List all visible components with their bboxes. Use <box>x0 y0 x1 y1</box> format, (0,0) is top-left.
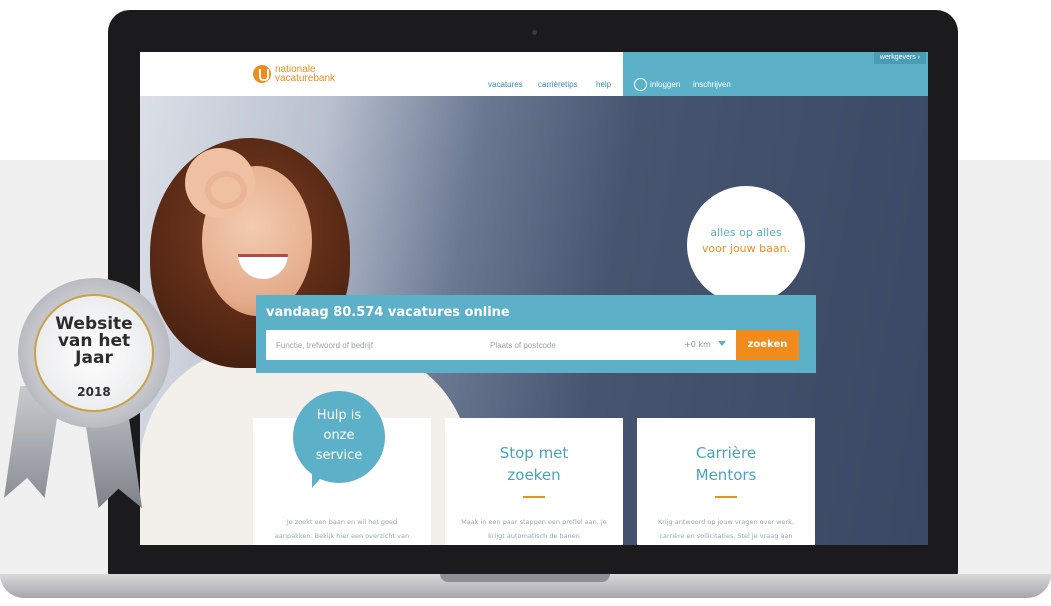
nav-inschrijven[interactable]: inschrijven <box>693 80 731 89</box>
card-divider <box>715 496 737 498</box>
help-bubble-tail <box>312 472 326 488</box>
award-year: 2018 <box>77 385 111 399</box>
site-header: nationale vacaturebank vacatures carrièr… <box>140 52 928 96</box>
user-icon[interactable] <box>634 78 647 91</box>
site-logo[interactable]: nationale vacaturebank <box>253 65 336 84</box>
werkgevers-link[interactable]: werkgevers › <box>873 52 926 64</box>
search-button[interactable]: zoeken <box>736 330 799 360</box>
nav-help[interactable]: help <box>596 80 611 89</box>
radius-select[interactable]: +0 km <box>684 330 711 360</box>
nav-inloggen[interactable]: inloggen <box>650 80 680 89</box>
hero-photo-eye <box>205 171 247 209</box>
laptop-screen: nationale vacaturebank vacatures carrièr… <box>140 52 928 545</box>
laptop-notch <box>440 574 610 582</box>
card-title: Stop met zoeken <box>499 444 569 484</box>
award-badge: Website van het Jaar 2018 <box>4 278 170 528</box>
card-stop-met-zoeken[interactable]: Stop met zoeken Maak in een paar stappen… <box>445 418 623 545</box>
card-text: Krijg antwoord op jouw vragen over werk,… <box>657 518 795 540</box>
logo-line-2: vacaturebank <box>275 73 336 84</box>
logo-icon <box>253 65 271 83</box>
nav-carrieretips[interactable]: carrièretips <box>538 80 578 89</box>
card-divider <box>523 496 545 498</box>
laptop-bezel <box>140 545 928 575</box>
account-bar: werkgevers › <box>623 52 928 96</box>
card-title: Carrière Mentors <box>695 444 757 484</box>
location-input[interactable] <box>484 330 686 360</box>
slogan-line-1: alles op alles <box>710 226 782 239</box>
nav-vacatures[interactable]: vacatures <box>488 80 523 89</box>
search-panel: vandaag 80.574 vacatures online +0 km zo… <box>256 295 816 373</box>
award-title: Website van het Jaar <box>34 316 154 367</box>
card-carriere-mentors[interactable]: Carrière Mentors Krijg antwoord op jouw … <box>637 418 815 545</box>
card-text: Maak in een paar stappen een profiel aan… <box>461 518 607 540</box>
search-title: vandaag 80.574 vacatures online <box>266 305 510 320</box>
chevron-down-icon[interactable] <box>718 341 726 346</box>
award-line-3: Jaar <box>75 348 113 368</box>
card-text: Je zoekt een baan en wil het goed aanpak… <box>274 518 410 540</box>
search-bar: +0 km zoeken <box>266 330 799 360</box>
slogan-line-2: voor jouw baan. <box>701 242 791 255</box>
camera-icon <box>532 30 537 35</box>
help-bubble-text: Hulp is onze service <box>315 408 363 463</box>
keyword-input[interactable] <box>270 330 482 360</box>
